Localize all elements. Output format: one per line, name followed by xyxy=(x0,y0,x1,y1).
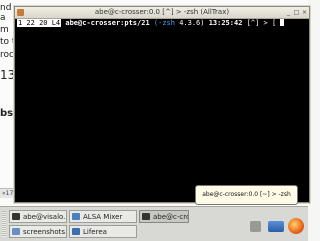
task-button-screenshots[interactable]: screenshots... xyxy=(9,225,67,238)
firefox-icon[interactable] xyxy=(288,218,304,234)
background-text: roc xyxy=(0,50,14,60)
task-button-alsa-mixer[interactable]: ALSA Mixer xyxy=(69,210,137,223)
taskbar-handle[interactable] xyxy=(2,211,6,237)
task-button-liferea[interactable]: Liferea xyxy=(69,225,137,238)
background-text: m xyxy=(0,25,9,35)
text-cursor xyxy=(280,19,285,26)
prompt-user-host: abe@c-crosser:pts/21 xyxy=(65,19,150,27)
terminal-window[interactable]: abe@c-crosser:0.0 [^] > -zsh (AllTrax) _… xyxy=(14,6,310,203)
task-label: ALSA Mixer xyxy=(83,213,123,221)
speaker-icon xyxy=(72,213,80,220)
background-text: nd xyxy=(0,3,12,13)
prompt-time-badge: 1 22 20 L4 xyxy=(17,19,62,27)
prompt-version: 4.3.6) xyxy=(179,19,205,27)
prompt-cwd: [^] > xyxy=(246,19,268,27)
prompt-shell: (-zsh xyxy=(153,19,175,27)
folder-icon xyxy=(12,228,20,235)
close-icon[interactable]: × xyxy=(301,9,308,16)
background-text: a xyxy=(0,13,6,23)
task-button-abe-visalo[interactable]: abe@visalo... xyxy=(9,210,67,223)
terminal-title: abe@c-crosser:0.0 [^] > -zsh (AllTrax) xyxy=(94,8,230,16)
terminal-icon xyxy=(142,213,150,220)
desktop-switcher-icon[interactable] xyxy=(268,221,284,232)
task-label: abe@c-cros... xyxy=(153,213,188,221)
network-icon[interactable] xyxy=(250,221,261,232)
terminal-output[interactable]: 1 22 20 L4 abe@c-crosser:pts/21 (-zsh 4.… xyxy=(17,19,307,200)
prompt-input[interactable]: [ xyxy=(272,19,276,27)
window-tooltip: abe@c-crosser:0.0 [~] > -zsh xyxy=(195,185,298,205)
terminal-icon xyxy=(12,213,20,220)
task-button-abe-c-crosser[interactable]: abe@c-cros... xyxy=(139,210,189,223)
prompt-clock: 13:25:42 xyxy=(208,19,243,27)
maximize-icon[interactable]: □ xyxy=(293,9,300,16)
task-label: screenshots... xyxy=(23,228,67,236)
minimize-icon[interactable]: _ xyxy=(285,9,292,16)
task-label: abe@visalo... xyxy=(23,213,67,221)
task-label: Liferea xyxy=(83,228,107,236)
rss-icon xyxy=(72,228,80,235)
terminal-titlebar[interactable]: abe@c-crosser:0.0 [^] > -zsh (AllTrax) _… xyxy=(15,7,309,19)
background-text: 13 xyxy=(0,68,16,82)
